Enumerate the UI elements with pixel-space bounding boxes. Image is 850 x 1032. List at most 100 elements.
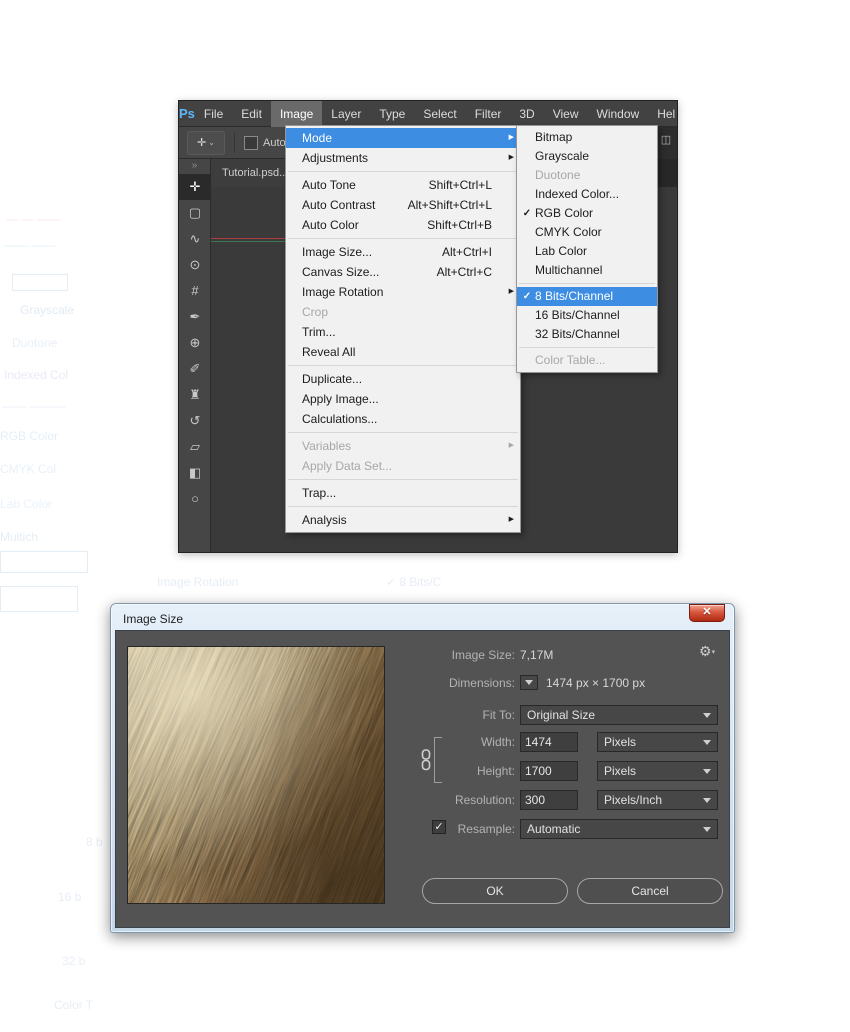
panel-dock-icon[interactable]: ◫ [661, 134, 671, 146]
cancel-button[interactable]: Cancel [577, 878, 723, 904]
menu-separator [288, 171, 518, 172]
image-menu-item-canvas-size[interactable]: Canvas Size... Alt+Ctrl+C [286, 262, 520, 282]
auto-select-checkbox[interactable] [244, 135, 258, 150]
history-brush-tool[interactable]: ↺ [179, 408, 211, 434]
mode-submenu-item-rgb-color[interactable]: ✓ RGB Color [517, 204, 657, 223]
image-menu-item-image-size[interactable]: Image Size... Alt+Ctrl+I [286, 242, 520, 262]
menubar-item-edit[interactable]: Edit [232, 101, 271, 127]
width-label: Width: [480, 735, 515, 749]
fit-to-dropdown[interactable]: Original Size [520, 705, 718, 725]
image-menu-item-auto-color[interactable]: Auto Color Shift+Ctrl+B [286, 215, 520, 235]
menubar-item-image[interactable]: Image [270, 100, 323, 127]
mode-submenu-item-indexed-color[interactable]: Indexed Color... [517, 185, 657, 204]
gear-menu-button[interactable]: ⚙▾ [699, 643, 715, 660]
menubar-item-filter[interactable]: Filter [466, 101, 511, 127]
ghost-artifact: Lab Color [0, 497, 53, 511]
image-menu-item-variables: Variables ▶ [286, 436, 520, 456]
crop-tool[interactable]: # [179, 278, 211, 304]
photoshop-logo: Ps [179, 106, 195, 121]
height-unit-dropdown[interactable]: Pixels [597, 761, 718, 781]
menu-item-label: Variables [302, 439, 352, 453]
blur-tool[interactable]: ○ [179, 486, 211, 512]
menubar-item-view[interactable]: View [544, 101, 588, 127]
image-menu-item-auto-contrast[interactable]: Auto Contrast Alt+Shift+Ctrl+L [286, 195, 520, 215]
menu-item-label: Auto Color [302, 218, 359, 232]
image-menu-item-adjustments[interactable]: Adjustments ▶ [286, 148, 520, 168]
menu-item-label: Canvas Size... [302, 265, 380, 279]
menu-separator [288, 365, 518, 366]
tool-preset-button[interactable]: ✛ ⌄ [187, 130, 225, 155]
image-menu-item-calculations[interactable]: Calculations... [286, 409, 520, 429]
resolution-unit-dropdown[interactable]: Pixels/Inch [597, 790, 718, 810]
ghost-artifact: Color T [54, 998, 94, 1012]
ghost-artifact [12, 274, 68, 291]
height-input[interactable] [520, 761, 578, 781]
clone-stamp-tool[interactable]: ♜ [179, 382, 211, 408]
ghost-artifact: RGB Color [0, 429, 59, 443]
quick-selection-tool[interactable]: ⊙ [179, 252, 211, 278]
ok-button[interactable]: OK [422, 878, 568, 904]
menubar-item-layer[interactable]: Layer [322, 101, 370, 127]
chevron-down-icon [525, 680, 533, 685]
image-menu-item-mode[interactable]: Mode ▶ [286, 128, 520, 148]
menubar-item-hel[interactable]: Hel [648, 101, 684, 127]
image-menu-item-apply-image[interactable]: Apply Image... [286, 389, 520, 409]
close-button[interactable]: ✕ [689, 604, 725, 622]
tools-panel-wrap: » ✛ ▢ ∿ ⊙ # ✒ ⊕ ✐ ♜ ↺ ▱ ◧ ○ [179, 159, 211, 552]
gradient-tool[interactable]: ◧ [179, 460, 211, 486]
mode-submenu-item-8-bits-channel[interactable]: ✓ 8 Bits/Channel [517, 287, 657, 306]
menu-item-label: Apply Image... [302, 392, 379, 406]
eyedropper-tool[interactable]: ✒ [179, 304, 211, 330]
image-menu: Mode ▶ Adjustments ▶ Auto Tone Shift+Ctrl+L Au… [285, 125, 521, 533]
menu-shortcut: Alt+Shift+Ctrl+L [407, 198, 492, 212]
menu-item-label: Apply Data Set... [302, 459, 393, 473]
mode-submenu-item-multichannel[interactable]: Multichannel [517, 261, 657, 280]
image-menu-item-auto-tone[interactable]: Auto Tone Shift+Ctrl+L [286, 175, 520, 195]
resolution-input[interactable] [520, 790, 578, 810]
dialog-body: Image Size: 7,17M ⚙▾ Dimensions: 1474 px… [115, 630, 730, 928]
image-menu-item-trap[interactable]: Trap... [286, 483, 520, 503]
image-size-dialog: Image Size ✕ Image Size: 7,17M ⚙▾ Dimens… [110, 603, 735, 933]
mode-submenu-item-lab-color[interactable]: Lab Color [517, 242, 657, 261]
image-menu-item-analysis[interactable]: Analysis ▶ [286, 510, 520, 530]
submenu-arrow-icon: ▶ [508, 516, 514, 523]
mode-submenu-item-16-bits-channel[interactable]: 16 Bits/Channel [517, 306, 657, 325]
menubar-item-select[interactable]: Select [414, 101, 465, 127]
ghost-artifact: —— —— [4, 238, 56, 252]
image-menu-item-image-rotation[interactable]: Image Rotation ▶ [286, 282, 520, 302]
menu-shortcut: Shift+Ctrl+B [427, 218, 492, 232]
image-menu-item-crop: Crop [286, 302, 520, 322]
chevron-down-icon: ⌄ [208, 138, 215, 147]
brush-tool[interactable]: ✐ [179, 356, 211, 382]
mode-submenu-item-bitmap[interactable]: Bitmap [517, 128, 657, 147]
dimensions-unit-dropdown[interactable] [520, 675, 538, 690]
collapse-tools-icon[interactable]: » [179, 159, 210, 174]
width-input[interactable] [520, 732, 578, 752]
tools-panel: ✛ ▢ ∿ ⊙ # ✒ ⊕ ✐ ♜ ↺ ▱ ◧ ○ [179, 174, 211, 512]
eraser-tool[interactable]: ▱ [179, 434, 211, 460]
move-tool-icon: ✛ [197, 137, 207, 149]
image-menu-item-trim[interactable]: Trim... [286, 322, 520, 342]
rectangular-marquee-tool[interactable]: ▢ [179, 200, 211, 226]
mode-submenu-item-cmyk-color[interactable]: CMYK Color [517, 223, 657, 242]
move-tool[interactable]: ✛ [179, 174, 211, 200]
menubar-item-type[interactable]: Type [370, 101, 414, 127]
menubar-item-3d[interactable]: 3D [510, 101, 543, 127]
mode-submenu-item-grayscale[interactable]: Grayscale [517, 147, 657, 166]
menubar-item-window[interactable]: Window [588, 101, 649, 127]
image-menu-item-apply-data-set: Apply Data Set... [286, 456, 520, 476]
menu-item-label: Calculations... [302, 412, 378, 426]
image-menu-item-reveal-all[interactable]: Reveal All [286, 342, 520, 362]
mode-submenu-item-32-bits-channel[interactable]: 32 Bits/Channel [517, 325, 657, 344]
menubar-item-file[interactable]: File [195, 101, 232, 127]
image-menu-item-duplicate[interactable]: Duplicate... [286, 369, 520, 389]
dimensions-label: Dimensions: [448, 676, 515, 690]
width-unit-dropdown[interactable]: Pixels [597, 732, 718, 752]
healing-brush-tool[interactable]: ⊕ [179, 330, 211, 356]
menu-item-label: Analysis [302, 513, 347, 527]
dropdown-value: Original Size [527, 708, 596, 722]
menu-item-label: CMYK Color [535, 225, 602, 239]
resample-dropdown[interactable]: Automatic [520, 819, 718, 839]
ghost-artifact: 32 b [62, 954, 86, 968]
lasso-tool[interactable]: ∿ [179, 226, 211, 252]
